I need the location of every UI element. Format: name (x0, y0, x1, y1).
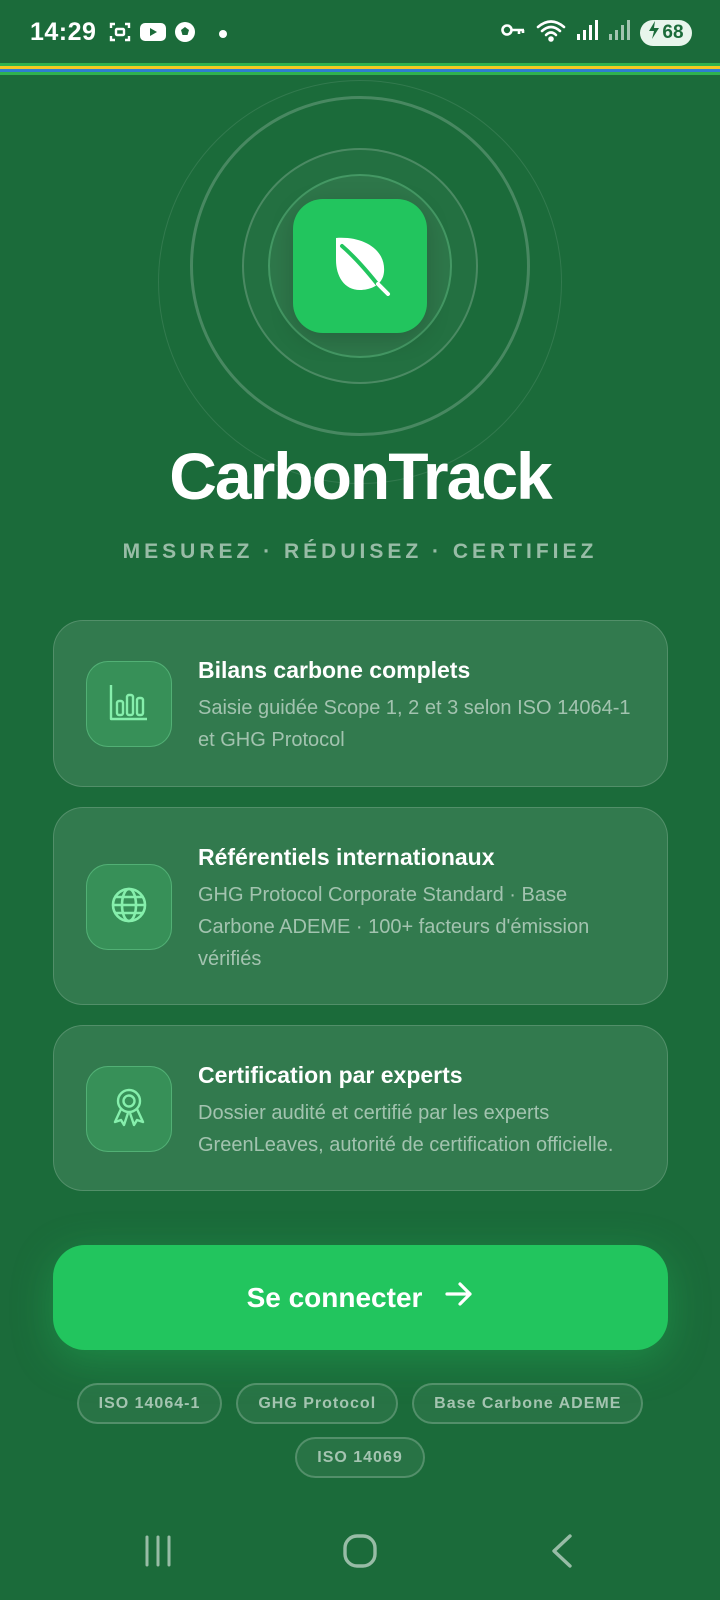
battery-charging-icon (648, 20, 660, 45)
signal-icon (576, 19, 598, 46)
feature-card: Bilans carbone complets Saisie guidée Sc… (53, 620, 668, 787)
feature-icon-box (86, 1066, 172, 1152)
app-logo (293, 199, 427, 333)
arrow-right-icon (444, 1281, 474, 1314)
app-tagline: MESUREZ · RÉDUISEZ · CERTIFIEZ (122, 540, 598, 563)
flag-stripe (0, 63, 720, 77)
feature-title: Bilans carbone complets (198, 657, 471, 683)
welcome-screen: 14:29 68 CarbonTrack MESUREZ · RÉDUISEZ … (0, 0, 720, 1600)
feature-card: Référentiels internationaux GHG Protocol… (53, 807, 668, 1005)
recents-icon (142, 1534, 174, 1573)
bar-chart-icon (108, 681, 150, 728)
wifi-icon (536, 18, 566, 47)
status-time: 14:29 (30, 18, 97, 46)
standard-badge: ISO 14064-1 (76, 1383, 223, 1424)
back-icon (549, 1533, 575, 1574)
standard-badge: GHG Protocol (236, 1383, 399, 1424)
battery-indicator: 68 (640, 19, 692, 46)
feature-icon-box (86, 661, 172, 747)
standards-badges: ISO 14064-1 GHG Protocol Base Carbone AD… (60, 1383, 660, 1478)
feature-text: Référentiels internationaux GHG Protocol… (198, 844, 643, 975)
login-button[interactable]: Se connecter (53, 1245, 668, 1350)
recents-button[interactable] (128, 1528, 188, 1578)
key-icon (500, 20, 526, 45)
status-left-icons (108, 20, 228, 49)
login-button-label: Se connecter (246, 1281, 423, 1313)
feature-description: Saisie guidée Scope 1, 2 et 3 selon ISO … (198, 697, 631, 751)
feature-icon-box (86, 864, 172, 950)
system-nav-bar (0, 1500, 720, 1600)
feature-description: Dossier audité et certifié par les exper… (198, 1102, 614, 1156)
feature-text: Bilans carbone complets Saisie guidée Sc… (198, 657, 643, 756)
dot-icon (218, 26, 228, 44)
award-ribbon-icon (108, 1086, 150, 1133)
home-icon (342, 1533, 378, 1574)
feature-card: Certification par experts Dossier audité… (53, 1025, 668, 1191)
back-button[interactable] (532, 1528, 592, 1578)
home-button[interactable] (330, 1528, 390, 1578)
feature-title: Référentiels internationaux (198, 844, 495, 870)
youtube-icon (140, 22, 166, 47)
feature-description: GHG Protocol Corporate Standard · Base C… (198, 884, 590, 970)
standard-badge: ISO 14069 (295, 1437, 425, 1478)
leaf-icon (328, 232, 392, 301)
feature-text: Certification par experts Dossier audité… (198, 1062, 643, 1161)
status-bar: 14:29 68 (0, 0, 720, 66)
status-right-icons: 68 (500, 18, 692, 47)
standard-badge: Base Carbone ADEME (412, 1383, 644, 1424)
feature-title: Certification par experts (198, 1062, 463, 1088)
soccer-ball-icon (174, 21, 196, 48)
signal-icon (608, 19, 630, 46)
screenshot-icon (108, 20, 132, 49)
app-title: CarbonTrack (169, 439, 552, 513)
globe-icon (108, 884, 150, 931)
battery-level: 68 (662, 21, 684, 43)
